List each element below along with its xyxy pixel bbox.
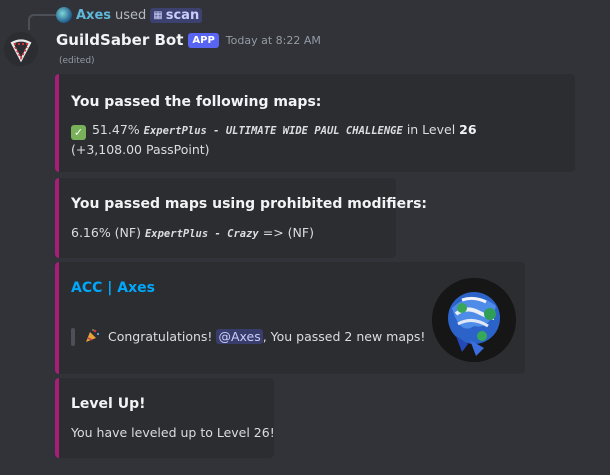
prohibited-result: => (NF)	[262, 225, 314, 240]
embed-title: Level Up!	[71, 396, 146, 412]
prohibited-percent: 6.16% (NF)	[71, 225, 141, 240]
reply-context[interactable]: Axes used ▦ scan	[56, 6, 203, 24]
map-name: ExpertPlus - Crazy	[144, 228, 259, 240]
embed-title: You passed the following maps:	[71, 94, 322, 110]
embed-prohibited-modifiers: You passed maps using prohibited modifie…	[55, 178, 427, 258]
embed-congratulations: ACC | Axes Congratulations! @Axes, You p…	[55, 262, 525, 374]
congrats-text: Congratulations!	[107, 329, 213, 344]
level-prefix: in Level	[406, 122, 456, 137]
reply-connector	[28, 14, 56, 30]
level-up-text: You have leveled up to Level 26!	[71, 425, 275, 440]
pass-percent: 51.47%	[91, 122, 140, 137]
bot-avatar-icon	[4, 32, 38, 66]
party-popper-icon	[85, 329, 100, 343]
message-timestamp[interactable]: Today at 8:22 AM	[226, 34, 321, 47]
embed-title: You passed maps using prohibited modifie…	[71, 196, 428, 212]
level-number: 26	[459, 122, 477, 137]
command-mention[interactable]: ▦ scan	[150, 7, 203, 23]
embed-passed-line: ✓ 51.47% ExpertPlus - ULTIMATE WIDE PAUL…	[71, 122, 477, 140]
user-mention[interactable]: @Axes	[216, 329, 263, 344]
check-mark-icon: ✓	[71, 125, 86, 140]
command-name: scan	[165, 7, 200, 23]
app-badge: APP	[188, 32, 219, 48]
pass-points: (+3,108.00 PassPoint)	[71, 142, 210, 157]
bot-avatar[interactable]	[4, 32, 38, 66]
reply-avatar[interactable]	[56, 7, 72, 23]
prohibited-line: 6.16% (NF) ExpertPlus - Crazy => (NF)	[71, 225, 314, 240]
message-header: GuildSaber Bot APP Today at 8:22 AM	[56, 29, 321, 51]
embed-level-up: Level Up! You have leveled up to Level 2…	[55, 378, 275, 458]
embed-thumbnail[interactable]	[432, 278, 516, 362]
thumbnail-artwork	[432, 278, 516, 362]
congrats-text-end: , You passed 2 new maps!	[262, 329, 426, 344]
embed-title-link[interactable]: ACC | Axes	[71, 280, 155, 296]
edited-label: (edited)	[59, 56, 95, 66]
map-name: ExpertPlus - ULTIMATE WIDE PAUL CHALLENG…	[143, 125, 403, 137]
bot-username[interactable]: GuildSaber Bot	[56, 31, 183, 49]
embed-passed-maps: You passed the following maps: ✓ 51.47% …	[55, 74, 575, 172]
quote-bar	[71, 328, 75, 346]
slash-command-icon: ▦	[153, 9, 163, 21]
congrats-line: Congratulations! @Axes, You passed 2 new…	[85, 329, 425, 344]
reply-username[interactable]: Axes	[76, 8, 111, 23]
reply-used-label: used	[115, 7, 147, 23]
